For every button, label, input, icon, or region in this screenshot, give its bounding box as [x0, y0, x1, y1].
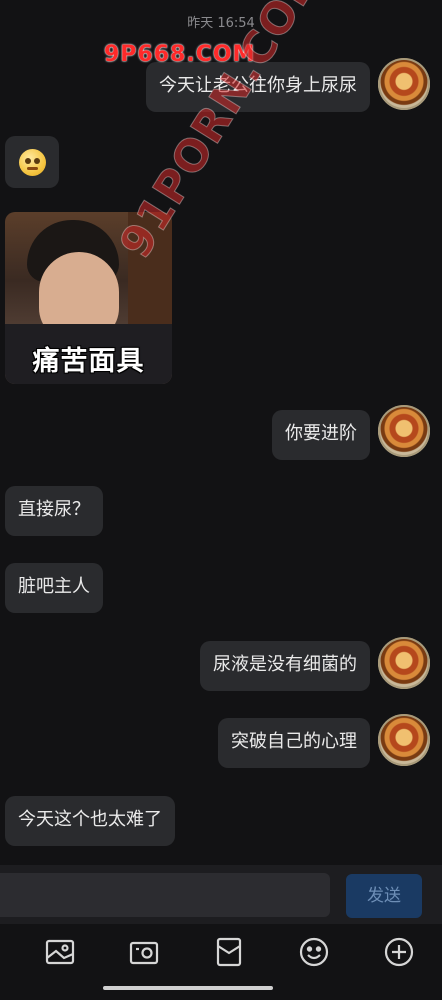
- watermark-diagonal: 91PORN.COM: [110, 0, 335, 268]
- message-bubble-incoming[interactable]: 今天这个也太难了: [5, 796, 175, 846]
- avatar[interactable]: [378, 58, 430, 110]
- red-packet-icon[interactable]: [213, 936, 245, 968]
- meme-caption: 痛苦面具: [32, 346, 145, 377]
- home-indicator[interactable]: [103, 986, 273, 990]
- avatar[interactable]: [378, 405, 430, 457]
- message-bubble-outgoing[interactable]: 尿液是没有细菌的: [200, 641, 370, 691]
- image-icon[interactable]: [44, 936, 76, 968]
- send-button[interactable]: 发送: [346, 874, 422, 918]
- timestamp: 昨天 16:54: [187, 16, 255, 31]
- message-input[interactable]: [0, 873, 330, 917]
- message-bubble-incoming[interactable]: 直接尿？: [5, 486, 103, 536]
- avatar[interactable]: [378, 714, 430, 766]
- worried-face-emoji-icon: [19, 149, 46, 176]
- message-bubble-incoming-emoji[interactable]: [5, 136, 59, 188]
- camera-icon[interactable]: [128, 936, 160, 968]
- message-bubble-outgoing[interactable]: 突破自己的心理: [218, 718, 370, 768]
- add-icon[interactable]: [383, 936, 415, 968]
- emoji-icon[interactable]: [298, 936, 330, 968]
- avatar[interactable]: [378, 637, 430, 689]
- message-bubble-outgoing[interactable]: 你要进阶: [272, 410, 370, 460]
- message-bubble-incoming[interactable]: 脏吧主人: [5, 563, 103, 613]
